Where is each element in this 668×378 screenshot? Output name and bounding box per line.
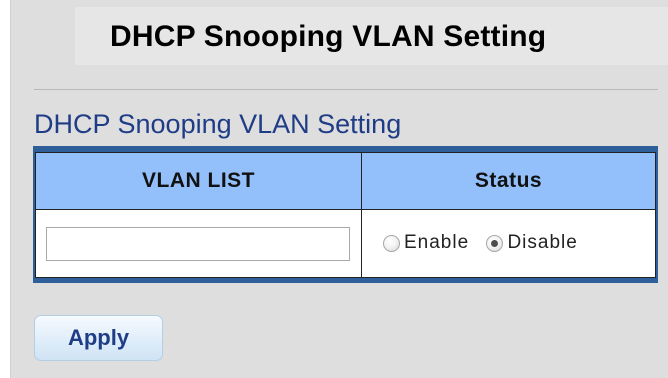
enable-radio[interactable] <box>383 234 400 252</box>
vlan-list-cell <box>35 209 362 278</box>
table-row: Enable Disable <box>35 209 656 278</box>
vlan-setting-table: VLAN LIST Status Enable Disable <box>35 152 656 278</box>
apply-button[interactable]: Apply <box>34 315 163 361</box>
section-title: DHCP Snooping VLAN Setting <box>34 109 402 139</box>
table-header-row: VLAN LIST Status <box>35 152 656 210</box>
vlan-setting-table-wrapper: VLAN LIST Status Enable Disable <box>33 146 658 283</box>
page-title: DHCP Snooping VLAN Setting <box>110 20 547 53</box>
vlan-list-input[interactable] <box>46 226 350 261</box>
status-option-enable[interactable]: Enable <box>383 232 469 254</box>
divider <box>34 89 658 90</box>
disable-radio[interactable] <box>486 234 504 252</box>
enable-label: Enable <box>404 232 470 254</box>
column-header-status: Status <box>361 152 656 210</box>
status-option-disable[interactable]: Disable <box>486 232 577 254</box>
disable-label: Disable <box>507 232 578 254</box>
status-cell: Enable Disable <box>361 209 656 278</box>
column-header-vlan-list: VLAN LIST <box>35 152 362 210</box>
